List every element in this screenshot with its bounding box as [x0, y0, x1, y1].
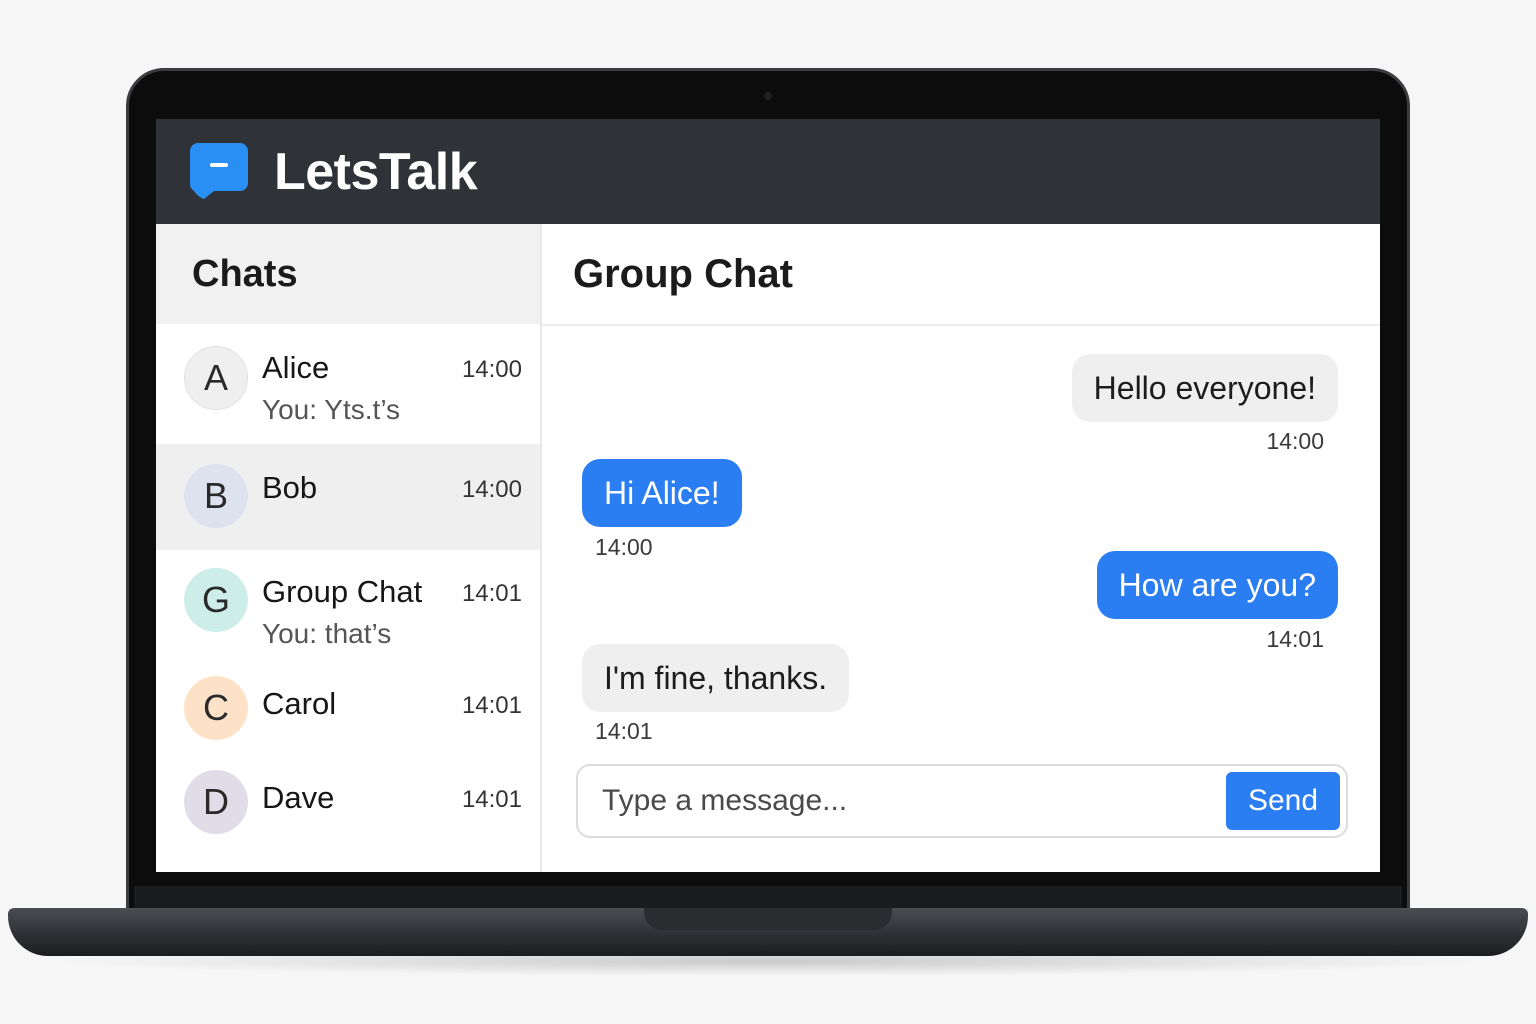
chat-preview: You: Yts.t’s [262, 394, 401, 425]
laptop-notch [644, 908, 892, 930]
message-bubble: Hello everyone! [1071, 354, 1338, 422]
sidebar-title: Chats [192, 252, 298, 295]
conversation-title: Group Chat [573, 251, 793, 296]
chat-item-dave[interactable]: D Dave 14:01 [156, 758, 540, 858]
send-button[interactable]: Send [1226, 772, 1340, 830]
message-time: 14:01 [1266, 626, 1324, 652]
app-brand: LetsTalk [274, 143, 478, 201]
chat-name: Group Chat [262, 574, 423, 609]
chat-item-bob[interactable]: B Bob 14:00 [156, 444, 540, 550]
message-bubble: Hi Alice! [582, 459, 742, 527]
chat-time: 14:00 [461, 476, 522, 503]
conversation-pane: Group Chat Hello everyone! 14:00 Hi Alic… [542, 224, 1380, 872]
message-input[interactable] [580, 768, 1220, 834]
avatar: A [184, 346, 248, 410]
chat-time: 14:01 [461, 580, 522, 607]
message-composer: Send [576, 764, 1348, 838]
avatar: B [184, 464, 248, 528]
avatar: G [184, 568, 248, 632]
sidebar-header: Chats [156, 224, 540, 324]
message-bubble: I'm fine, thanks. [582, 644, 850, 712]
chat-time: 14:00 [461, 356, 522, 383]
chat-time: 14:01 [461, 692, 522, 719]
chat-item-group-chat[interactable]: G Group Chat 14:01 You: that’s [156, 550, 540, 662]
message-time: 14:00 [1266, 428, 1324, 454]
chat-bubble-icon [189, 143, 248, 199]
chat-item-carol[interactable]: C Carol 14:01 [156, 662, 540, 758]
laptop-hinge [134, 886, 1402, 910]
camera-icon [764, 92, 772, 100]
message-time: 14:00 [595, 534, 653, 560]
chat-time: 14:01 [461, 786, 522, 813]
chat-name: Carol [262, 686, 337, 721]
chat-name: Dave [262, 780, 335, 815]
avatar: D [184, 770, 248, 834]
chat-name: Alice [262, 350, 330, 385]
chat-item-alice[interactable]: A Alice 14:00 You: Yts.t’s [156, 324, 540, 444]
app-header: LetsTalk [156, 119, 1380, 224]
chat-list-sidebar: Chats A Alice 14:00 You: Yts.t’s B Bob 1… [156, 224, 542, 872]
avatar: C [184, 676, 248, 740]
chat-preview: You: that’s [262, 618, 392, 649]
app-window: LetsTalk Chats A Alice 14:00 You: Yts.t’… [156, 119, 1380, 872]
message-bubble: How are you? [1096, 551, 1338, 619]
chat-name: Bob [262, 470, 318, 505]
message-time: 14:01 [595, 718, 653, 744]
conversation-header: Group Chat [542, 224, 1380, 326]
